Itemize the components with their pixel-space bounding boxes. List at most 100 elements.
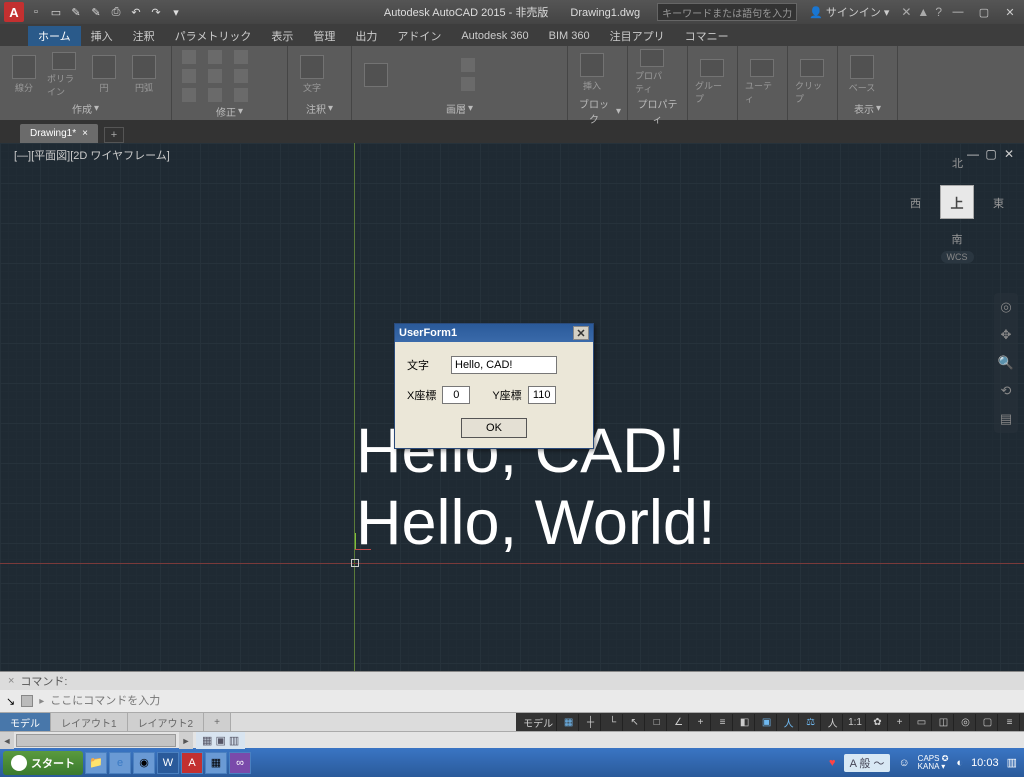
polar-toggle-icon[interactable]: ↖ [625, 714, 645, 731]
person-icon[interactable]: 人 [779, 714, 799, 731]
customize-icon[interactable]: ≡ [1000, 714, 1020, 731]
help-search-input[interactable]: キーワードまたは語句を入力 [657, 3, 797, 21]
dialog-close-button[interactable]: ✕ [573, 326, 589, 340]
plus-icon[interactable]: + [890, 714, 910, 731]
tab-home[interactable]: ホーム [28, 26, 81, 46]
wcs-badge[interactable]: WCS [941, 251, 974, 263]
tray-volume-icon[interactable]: ◐ [956, 757, 963, 769]
app-logo-icon[interactable]: A [4, 2, 24, 22]
exchange-apps-icon[interactable]: ▲ [917, 5, 929, 19]
nav-orbit-icon[interactable]: ⟲ [996, 381, 1016, 401]
annoscale-icon[interactable]: ⚖ [801, 714, 821, 731]
taskbar-app-icon[interactable]: ▦ [205, 752, 227, 774]
ime-toolbar[interactable]: ▦ ▣ ▥ [196, 732, 245, 749]
tray-icon[interactable]: ▥ [1007, 756, 1017, 769]
clock[interactable]: 10:03 [971, 757, 999, 769]
polyline-button[interactable]: ポリライン [46, 51, 82, 99]
viewcube-top[interactable]: 上 [940, 185, 974, 219]
input-x[interactable] [442, 386, 470, 404]
qat-saveas-icon[interactable]: ✎ [88, 4, 104, 20]
scale-display[interactable]: 1:1 [845, 714, 866, 731]
scroll-right-icon[interactable]: ► [179, 732, 193, 749]
layout-tab-add[interactable]: + [204, 713, 231, 731]
text-button[interactable]: 文字 [294, 51, 330, 99]
input-text[interactable] [451, 356, 557, 374]
taskbar-chrome-icon[interactable]: ◉ [133, 752, 155, 774]
layer-prop-button[interactable] [358, 51, 394, 99]
copy-icon[interactable] [178, 67, 200, 85]
utilities-button[interactable]: ユーティ [744, 58, 780, 106]
mirror-icon[interactable] [204, 67, 226, 85]
clipboard-button[interactable]: クリップ [794, 58, 830, 106]
panel-modify-label[interactable]: 修正 ▾ [178, 104, 281, 121]
ortho-toggle-icon[interactable]: └ [603, 714, 623, 731]
vp-close-icon[interactable]: ✕ [1002, 147, 1016, 161]
otrack-toggle-icon[interactable]: ∠ [669, 714, 689, 731]
tab-parametric[interactable]: パラメトリック [165, 26, 262, 46]
taskbar-word-icon[interactable]: W [157, 752, 179, 774]
layer-list-dropdown[interactable] [398, 75, 538, 93]
panel-annotation-label[interactable]: 注釈 ▾ [294, 101, 345, 118]
grid-toggle-icon[interactable]: ▦ [559, 714, 579, 731]
cleanscreen-icon[interactable]: ▢ [978, 714, 998, 731]
move-icon[interactable] [178, 48, 200, 66]
ok-button[interactable]: OK [461, 418, 527, 438]
layout-tab-1[interactable]: レイアウト1 [51, 713, 128, 731]
add-tab-button[interactable]: + [104, 127, 124, 143]
cad-text-2[interactable]: Hello, World! [356, 487, 715, 559]
exchange-icon[interactable]: ✕ [901, 5, 911, 19]
arc-button[interactable]: 円弧 [126, 51, 162, 99]
trim-icon[interactable] [230, 48, 252, 66]
dialog-titlebar[interactable]: UserForm1 ✕ [395, 324, 593, 342]
taskbar-vs-icon[interactable]: ∞ [229, 752, 251, 774]
annoscale-2-icon[interactable]: 人 [823, 714, 843, 731]
taskbar-explorer-icon[interactable]: 📁 [85, 752, 107, 774]
input-y[interactable] [528, 386, 556, 404]
help-icon[interactable]: ? [935, 5, 942, 19]
tab-addins[interactable]: アドイン [387, 26, 451, 46]
monitor-icon[interactable]: ▭ [912, 714, 932, 731]
tab-featured[interactable]: 注目アプリ [600, 26, 675, 46]
properties-button[interactable]: プロパティ [634, 48, 670, 96]
command-input[interactable] [50, 693, 1018, 709]
layout-tab-model[interactable]: モデル [0, 713, 51, 731]
vp-minimize-icon[interactable]: — [966, 147, 980, 161]
tab-manage[interactable]: 管理 [303, 26, 345, 46]
ime-badge[interactable]: A 般 〜 [844, 754, 891, 772]
qat-dropdown-icon[interactable]: ▾ [168, 4, 184, 20]
close-tab-icon[interactable]: × [82, 128, 88, 139]
nav-pan-icon[interactable]: ✥ [996, 325, 1016, 345]
layer-state-dropdown[interactable] [398, 56, 538, 74]
command-close-icon[interactable]: × [8, 675, 14, 687]
signin-button[interactable]: 👤 サインイン ▾ [803, 4, 895, 20]
panel-draw-label[interactable]: 作成 ▾ [6, 101, 165, 118]
qat-open-icon[interactable]: ▭ [48, 4, 64, 20]
isolate-icon[interactable]: ◫ [934, 714, 954, 731]
status-model[interactable]: モデル [520, 714, 557, 731]
start-button[interactable]: ⊞ スタート [3, 751, 83, 775]
scroll-thumb[interactable] [16, 734, 176, 747]
ime-caps-icon[interactable]: CAPS ✪KANA ▾ [918, 755, 949, 771]
panel-layers-label[interactable]: 画層 ▾ [358, 101, 561, 118]
insert-block-button[interactable]: 挿入 [574, 48, 610, 96]
viewport-label[interactable]: [―][平面図][2D ワイヤフレーム] [14, 147, 170, 163]
ime-tool-icon[interactable]: ☺ [898, 757, 909, 769]
snap-toggle-icon[interactable]: ┼ [581, 714, 601, 731]
scroll-left-icon[interactable]: ◄ [0, 732, 14, 749]
stretch-icon[interactable] [178, 86, 200, 104]
qat-new-icon[interactable]: ▫ [28, 4, 44, 20]
panel-view-label[interactable]: 表示 ▾ [844, 101, 891, 118]
tab-insert[interactable]: 挿入 [81, 26, 123, 46]
tab-annotate[interactable]: 注釈 [123, 26, 165, 46]
nav-wheel-icon[interactable]: ◎ [996, 297, 1016, 317]
tray-autocad-icon[interactable]: ♥ [829, 757, 836, 769]
group-button[interactable]: グループ [694, 58, 730, 106]
taskbar-autocad-icon[interactable]: A [181, 752, 203, 774]
qp-toggle-icon[interactable]: ▣ [757, 714, 777, 731]
dyn-toggle-icon[interactable]: + [691, 714, 711, 731]
viewport[interactable]: Hello, CAD! Hello, World! [―][平面図][2D ワイ… [0, 143, 1024, 671]
nav-showmotion-icon[interactable]: ▤ [996, 409, 1016, 429]
circle-button[interactable]: 円 [86, 51, 122, 99]
horizontal-scrollbar[interactable]: ◄ ► ▦ ▣ ▥ [0, 731, 1024, 748]
qat-redo-icon[interactable]: ↷ [148, 4, 164, 20]
